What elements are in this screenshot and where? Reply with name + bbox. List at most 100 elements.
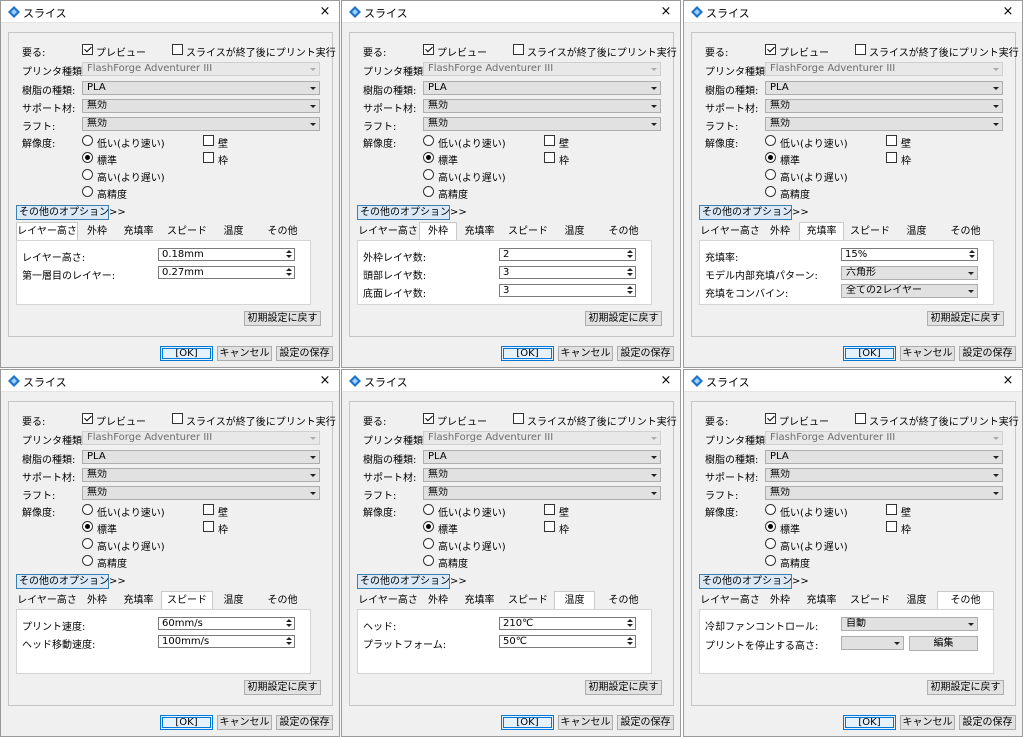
print-after-checkbox[interactable] [855,44,866,55]
number-spinner[interactable]: 50℃ [499,635,636,648]
res-low-radio[interactable] [423,504,434,515]
frame-checkbox[interactable] [544,521,555,532]
preview-checkbox[interactable] [82,413,93,424]
save-settings-button[interactable]: 設定の保存 [617,715,674,730]
ok-button[interactable]: [OK] [501,715,554,730]
cancel-button[interactable]: キャンセル [558,715,613,730]
close-icon[interactable]: × [994,370,1022,392]
preview-checkbox[interactable] [765,413,776,424]
raft-select[interactable]: 無効 [765,117,1003,131]
printer-type-select[interactable]: FlashForge Adventurer III [82,62,320,76]
res-high-radio[interactable] [765,169,776,180]
spinner-arrows-icon[interactable] [626,250,634,259]
res-hq-radio[interactable] [423,186,434,197]
spinner-arrows-icon[interactable] [626,268,634,277]
tab-4[interactable]: 温度 [213,592,254,609]
support-select[interactable]: 無効 [423,99,661,113]
res-high-radio[interactable] [423,538,434,549]
res-high-radio[interactable] [423,169,434,180]
tab-4[interactable]: 温度 [554,591,595,609]
res-low-radio[interactable] [82,135,93,146]
tab-2[interactable]: 充填率 [799,222,844,240]
wall-checkbox[interactable] [886,504,897,515]
tab-5[interactable]: その他 [254,592,311,609]
print-after-checkbox[interactable] [855,413,866,424]
tab-0[interactable]: レイヤー高さ [699,223,761,240]
wall-checkbox[interactable] [203,135,214,146]
preview-checkbox[interactable] [423,44,434,55]
support-select[interactable]: 無効 [765,468,1003,482]
more-options-button[interactable]: その他のオプション>> [357,574,467,589]
number-spinner[interactable]: 100mm/s [158,635,295,648]
printer-type-select[interactable]: FlashForge Adventurer III [423,431,661,445]
spinner-arrows-icon[interactable] [285,250,293,259]
res-std-radio[interactable] [423,152,434,163]
res-std-radio[interactable] [82,152,93,163]
more-options-button[interactable]: その他のオプション>> [699,574,809,589]
resin-type-select[interactable]: PLA [765,450,1003,464]
tab-1[interactable]: 外枠 [419,222,457,240]
tab-1[interactable]: 外枠 [761,223,799,240]
save-settings-button[interactable]: 設定の保存 [959,715,1016,730]
resin-type-select[interactable]: PLA [423,81,661,95]
number-spinner[interactable]: 210℃ [499,617,636,630]
raft-select[interactable]: 無効 [82,117,320,131]
tab-3[interactable]: スピード [161,591,213,609]
res-hq-radio[interactable] [82,186,93,197]
more-options-button[interactable]: その他のオプション>> [699,205,809,220]
res-low-radio[interactable] [423,135,434,146]
number-spinner[interactable]: 3 [499,284,636,297]
res-hq-radio[interactable] [765,186,776,197]
raft-select[interactable]: 無効 [82,486,320,500]
res-high-radio[interactable] [765,538,776,549]
res-std-radio[interactable] [423,521,434,532]
ok-button[interactable]: [OK] [160,346,213,361]
number-spinner[interactable]: 0.27mm [158,266,295,279]
printer-type-select[interactable]: FlashForge Adventurer III [423,62,661,76]
infill-combine-select[interactable]: 全ての2レイヤー [841,284,978,298]
resin-type-select[interactable]: PLA [82,450,320,464]
res-high-radio[interactable] [82,538,93,549]
res-low-radio[interactable] [765,135,776,146]
frame-checkbox[interactable] [203,521,214,532]
printer-type-select[interactable]: FlashForge Adventurer III [82,431,320,445]
raft-select[interactable]: 無効 [423,486,661,500]
tab-2[interactable]: 充填率 [457,592,502,609]
tab-0[interactable]: レイヤー高さ [699,592,761,609]
reset-defaults-button[interactable]: 初期設定に戻す [585,311,662,326]
tab-4[interactable]: 温度 [896,223,937,240]
res-hq-radio[interactable] [82,555,93,566]
pause-height-select[interactable] [841,636,904,650]
spinner-arrows-icon[interactable] [285,637,293,646]
spinner-arrows-icon[interactable] [626,286,634,295]
tab-1[interactable]: 外枠 [78,592,116,609]
res-low-radio[interactable] [765,504,776,515]
raft-select[interactable]: 無効 [423,117,661,131]
number-spinner[interactable]: 0.18mm [158,248,295,261]
print-after-checkbox[interactable] [172,413,183,424]
spinner-arrows-icon[interactable] [626,619,634,628]
spinner-arrows-icon[interactable] [285,619,293,628]
tab-4[interactable]: 温度 [213,223,254,240]
print-after-checkbox[interactable] [172,44,183,55]
tab-0[interactable]: レイヤー高さ [357,223,419,240]
number-spinner[interactable]: 3 [499,266,636,279]
spinner-arrows-icon[interactable] [626,637,634,646]
frame-checkbox[interactable] [886,521,897,532]
save-settings-button[interactable]: 設定の保存 [617,346,674,361]
tab-5[interactable]: その他 [595,592,652,609]
tab-2[interactable]: 充填率 [799,592,844,609]
res-std-radio[interactable] [82,521,93,532]
infill-pattern-select[interactable]: 六角形 [841,266,978,280]
print-after-checkbox[interactable] [513,44,524,55]
tab-4[interactable]: 温度 [896,592,937,609]
res-std-radio[interactable] [765,152,776,163]
frame-checkbox[interactable] [886,152,897,163]
frame-checkbox[interactable] [203,152,214,163]
cancel-button[interactable]: キャンセル [217,715,272,730]
print-after-checkbox[interactable] [513,413,524,424]
tab-5[interactable]: その他 [937,591,994,609]
preview-checkbox[interactable] [423,413,434,424]
preview-checkbox[interactable] [82,44,93,55]
resin-type-select[interactable]: PLA [423,450,661,464]
